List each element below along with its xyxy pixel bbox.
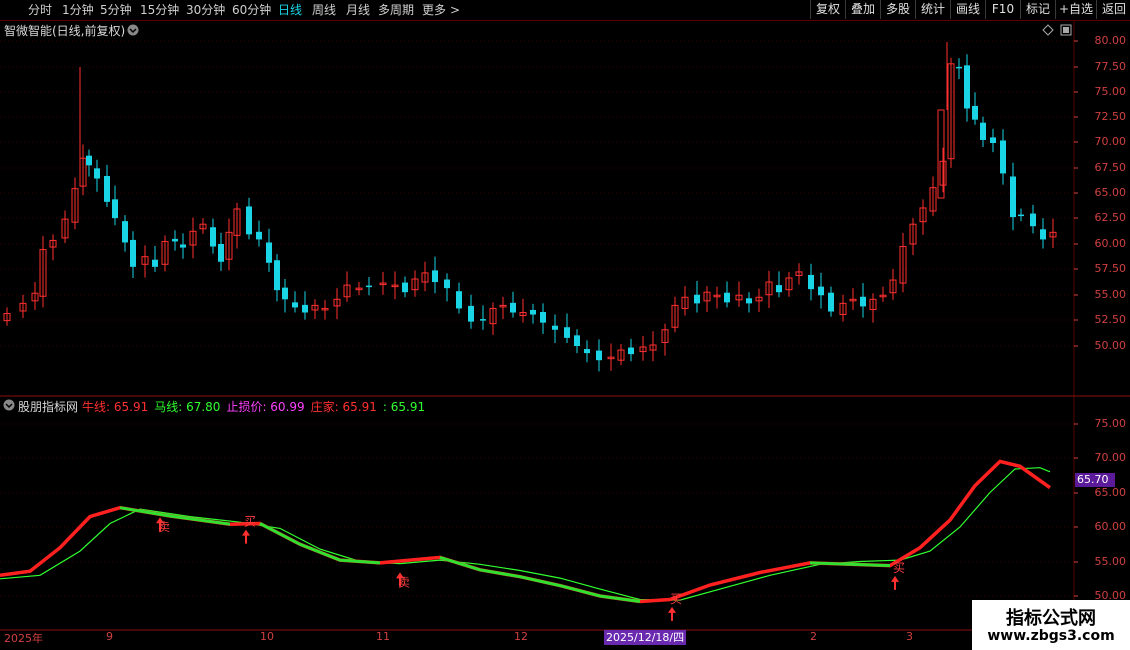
candle-down	[776, 285, 782, 293]
x-label: 3	[906, 630, 913, 643]
candle-down	[122, 221, 128, 243]
signal-arrow-icon	[242, 529, 250, 544]
indicator-tick: 55.00	[1094, 555, 1127, 568]
x-label: 9	[106, 630, 113, 643]
candle-down	[564, 327, 570, 338]
candle-down	[964, 65, 970, 109]
candle-down	[282, 287, 288, 300]
candle-down	[444, 279, 450, 289]
candle-down	[468, 305, 474, 322]
candle-down	[584, 349, 590, 354]
watermark-logo: 指标公式网 www.zbgs3.com	[972, 600, 1130, 650]
indicator-tick: 65.00	[1094, 486, 1127, 499]
candle-down	[596, 350, 602, 361]
x-label: 11	[376, 630, 390, 643]
signal-label: 卖	[158, 520, 170, 534]
candle-down	[432, 270, 438, 283]
candle-down	[210, 227, 216, 247]
trend-line-green	[809, 561, 891, 568]
candle-down	[172, 238, 178, 242]
candle-down	[302, 304, 308, 313]
candle-down	[990, 137, 996, 143]
candle-down	[828, 292, 834, 312]
candle-down	[1030, 213, 1036, 227]
candle-down	[86, 155, 92, 166]
indicator-axis: 75.00 70.00 65.00 60.00 55.00 50.00	[1074, 0, 1130, 630]
indicator-tick: 75.00	[1094, 417, 1127, 430]
watermark-title: 指标公式网	[1006, 608, 1096, 629]
signal-arrow-icon	[891, 575, 899, 590]
candle-down	[860, 296, 866, 307]
candle-down	[530, 309, 536, 315]
candle-down	[246, 206, 252, 235]
candle-down	[292, 302, 298, 308]
candle-down	[366, 285, 372, 288]
candle-down	[218, 243, 224, 262]
candle-down	[628, 347, 634, 355]
indicator-tick: 60.00	[1094, 520, 1127, 533]
cursor-date-tag: 2025/12/18/四	[604, 630, 687, 645]
trend-line-green	[119, 506, 231, 526]
candle-down	[724, 292, 730, 303]
candle-down	[694, 294, 700, 304]
candle-down	[456, 291, 462, 309]
signal-label: 买	[893, 561, 905, 575]
candle-down	[1000, 140, 1006, 174]
candle-down	[94, 168, 100, 179]
candle-down	[980, 122, 986, 140]
candle-down	[402, 282, 408, 293]
current-value-tag: 65.70	[1075, 473, 1115, 487]
candle-down	[1040, 229, 1046, 240]
signal-label: 买	[670, 592, 682, 606]
candle-down	[1010, 176, 1016, 218]
candle-down	[540, 311, 546, 323]
candle-down	[574, 335, 580, 346]
x-label: 12	[514, 630, 528, 643]
kline-chart[interactable]: 买卖卖买买	[0, 0, 1130, 650]
x-label: 10	[260, 630, 274, 643]
trend-line-green	[259, 522, 381, 565]
candle-down	[130, 239, 136, 267]
candle-down	[510, 302, 516, 313]
candle-down	[552, 325, 558, 330]
candle-down	[112, 199, 118, 219]
candle-down	[256, 231, 262, 240]
candle-down	[180, 244, 186, 248]
candle-down	[274, 260, 280, 291]
x-label: 2025年	[4, 632, 43, 645]
signal-arrow-icon	[668, 606, 676, 621]
candle-down	[266, 242, 272, 263]
candle-down	[480, 319, 486, 321]
candle-down	[152, 259, 158, 267]
watermark-url: www.zbgs3.com	[987, 628, 1115, 644]
x-label: 2	[810, 630, 817, 643]
candle-down	[808, 274, 814, 290]
signal-label: 买	[244, 515, 256, 529]
candle-down	[1018, 214, 1024, 217]
candle-down	[956, 66, 962, 69]
candle-down	[972, 105, 978, 120]
candle-down	[746, 298, 752, 304]
candle-down	[818, 286, 824, 296]
signal-label: 卖	[398, 575, 410, 589]
candle-down	[104, 175, 110, 202]
indicator-tick: 70.00	[1094, 451, 1127, 464]
